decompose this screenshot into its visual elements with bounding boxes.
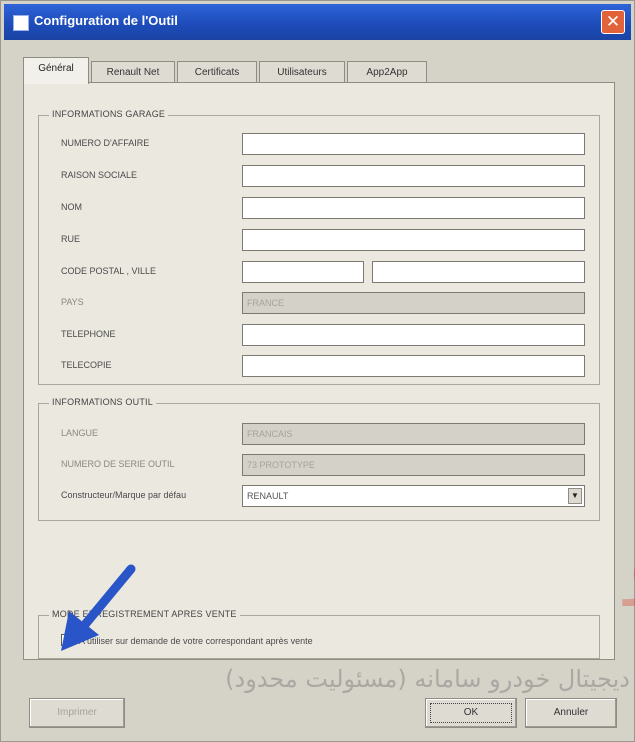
focus-rect <box>430 703 512 723</box>
apres-vente-label: A utiliser sur demande de votre correspo… <box>79 636 313 646</box>
window-icon <box>13 15 29 31</box>
rue-label: RUE <box>61 234 81 244</box>
annuler-button[interactable]: Annuler <box>525 698 617 728</box>
enregistrement-group: MODE ENREGISTREMENT APRES VENTE ✓ A util… <box>38 609 600 659</box>
constructeur-value: RENAULT <box>247 491 289 501</box>
pays-field: FRANCE <box>242 292 585 314</box>
apres-vente-checkbox[interactable]: ✓ <box>61 634 73 646</box>
constructeur-select[interactable]: RENAULT ▼ <box>242 485 585 507</box>
title-bar: Configuration de l'Outil ✕ <box>4 4 631 40</box>
garage-group: INFORMATIONS GARAGE NUMERO D'AFFAIRE RAI… <box>38 109 600 385</box>
config-window: Configuration de l'Outil ✕ Général Renau… <box>0 0 635 742</box>
pays-label: PAYS <box>61 297 84 307</box>
numero-serie-label: NUMERO DE SERIE OUTIL <box>61 459 175 469</box>
rue-field[interactable] <box>242 229 585 251</box>
raison-sociale-field[interactable] <box>242 165 585 187</box>
ok-button[interactable]: OK <box>425 698 517 728</box>
constructeur-label: Constructeur/Marque par défau <box>61 490 187 500</box>
code-postal-ville-label: CODE POSTAL , VILLE <box>61 266 157 276</box>
ville-field[interactable] <box>372 261 585 283</box>
watermark-caption-text: دیجیتال خودرو سامانه (مسئولیت محدود) <box>225 665 630 693</box>
code-postal-field[interactable] <box>242 261 364 283</box>
outil-group: INFORMATIONS OUTIL LANGUE FRANCAIS NUMER… <box>38 397 600 521</box>
telephone-label: TELEPHONE <box>61 329 116 339</box>
tab-renault-net[interactable]: Renault Net <box>91 61 175 83</box>
tab-utilisateurs[interactable]: Utilisateurs <box>259 61 345 83</box>
raison-sociale-label: RAISON SOCIALE <box>61 170 138 180</box>
chevron-down-icon[interactable]: ▼ <box>568 488 582 504</box>
garage-group-title: INFORMATIONS GARAGE <box>49 109 169 119</box>
langue-field: FRANCAIS <box>242 423 585 445</box>
telecopie-field[interactable] <box>242 355 585 377</box>
numero-serie-field: 73 PROTOTYPE <box>242 454 585 476</box>
numero-affaire-field[interactable] <box>242 133 585 155</box>
enregistrement-group-title: MODE ENREGISTREMENT APRES VENTE <box>49 609 240 619</box>
nom-label: NOM <box>61 202 82 212</box>
telephone-field[interactable] <box>242 324 585 346</box>
close-icon[interactable]: ✕ <box>601 10 625 34</box>
imprimer-button[interactable]: Imprimer <box>29 698 125 728</box>
general-panel: INFORMATIONS GARAGE NUMERO D'AFFAIRE RAI… <box>23 82 615 660</box>
langue-label: LANGUE <box>61 428 99 438</box>
outil-group-title: INFORMATIONS OUTIL <box>49 397 156 407</box>
tab-app2app[interactable]: App2App <box>347 61 427 83</box>
tab-certificats[interactable]: Certificats <box>177 61 257 83</box>
nom-field[interactable] <box>242 197 585 219</box>
numero-affaire-label: NUMERO D'AFFAIRE <box>61 138 150 148</box>
tab-general[interactable]: Général <box>23 57 89 84</box>
telecopie-label: TELECOPIE <box>61 360 112 370</box>
watermark-logo-text: جیتال خودرو <box>622 506 635 606</box>
window-title: Configuration de l'Outil <box>34 13 178 28</box>
